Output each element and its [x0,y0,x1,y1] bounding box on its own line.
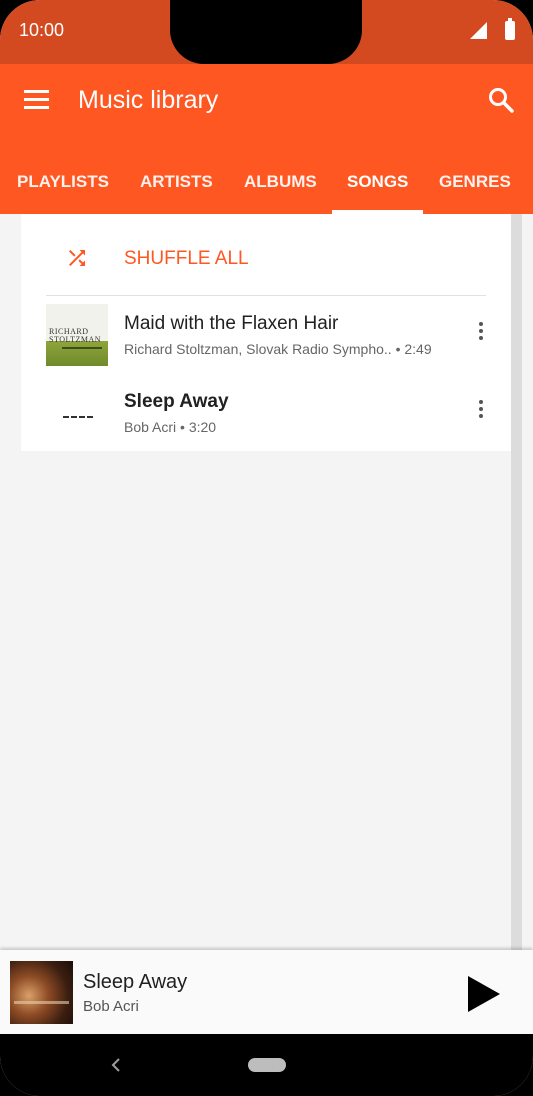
battery-icon [505,18,515,40]
more-vert-icon[interactable] [477,400,485,420]
more-vert-icon[interactable] [477,322,485,342]
tab-artists[interactable]: ARTISTS [140,172,213,192]
now-playing-artist: Bob Acri [83,998,139,1015]
tab-playlists[interactable]: PLAYLISTS [17,172,109,192]
back-icon[interactable] [108,1056,124,1074]
song-row[interactable]: RICHARD STOLTZMAN Maid with the Flaxen H… [21,296,511,374]
status-bar: 10:00 [0,0,533,64]
album-art: RICHARD STOLTZMAN [46,304,108,366]
shuffle-icon [69,250,85,266]
phone-screen: 10:00 Music library PLAYLISTS ARTISTS AL… [0,0,533,1096]
tab-songs[interactable]: SONGS [347,172,408,192]
tab-bar: PLAYLISTS ARTISTS ALBUMS SONGS GENRES [0,162,533,214]
album-art-placeholder [63,416,93,420]
page-title: Music library [78,86,219,114]
play-icon[interactable] [462,974,502,1014]
scrollbar[interactable] [511,214,522,950]
now-playing-bar[interactable]: Sleep Away Bob Acri [0,950,533,1034]
tab-genres[interactable]: GENRES [439,172,511,192]
now-playing-art [10,961,73,1024]
shuffle-all-label: SHUFFLE ALL [124,248,249,269]
song-list: SHUFFLE ALL RICHARD STOLTZMAN Maid with … [21,214,511,451]
now-playing-title: Sleep Away [83,971,188,993]
camera-notch [170,0,362,64]
shuffle-all-button[interactable]: SHUFFLE ALL [21,214,511,296]
search-icon[interactable] [487,86,515,114]
song-title: Maid with the Flaxen Hair [124,313,339,334]
signal-icon [470,22,487,39]
song-row[interactable]: Sleep Away Bob Acri • 3:20 [21,374,511,452]
system-nav-bar [0,1034,533,1096]
song-subtitle: Richard Stoltzman, Slovak Radio Sympho..… [124,341,432,357]
tab-albums[interactable]: ALBUMS [244,172,317,192]
home-button[interactable] [248,1058,286,1072]
song-title: Sleep Away [124,391,229,412]
menu-icon[interactable] [24,90,49,110]
status-time: 10:00 [19,20,65,40]
app-toolbar: Music library PLAYLISTS ARTISTS ALBUMS S… [0,64,533,214]
song-subtitle: Bob Acri • 3:20 [124,419,217,435]
